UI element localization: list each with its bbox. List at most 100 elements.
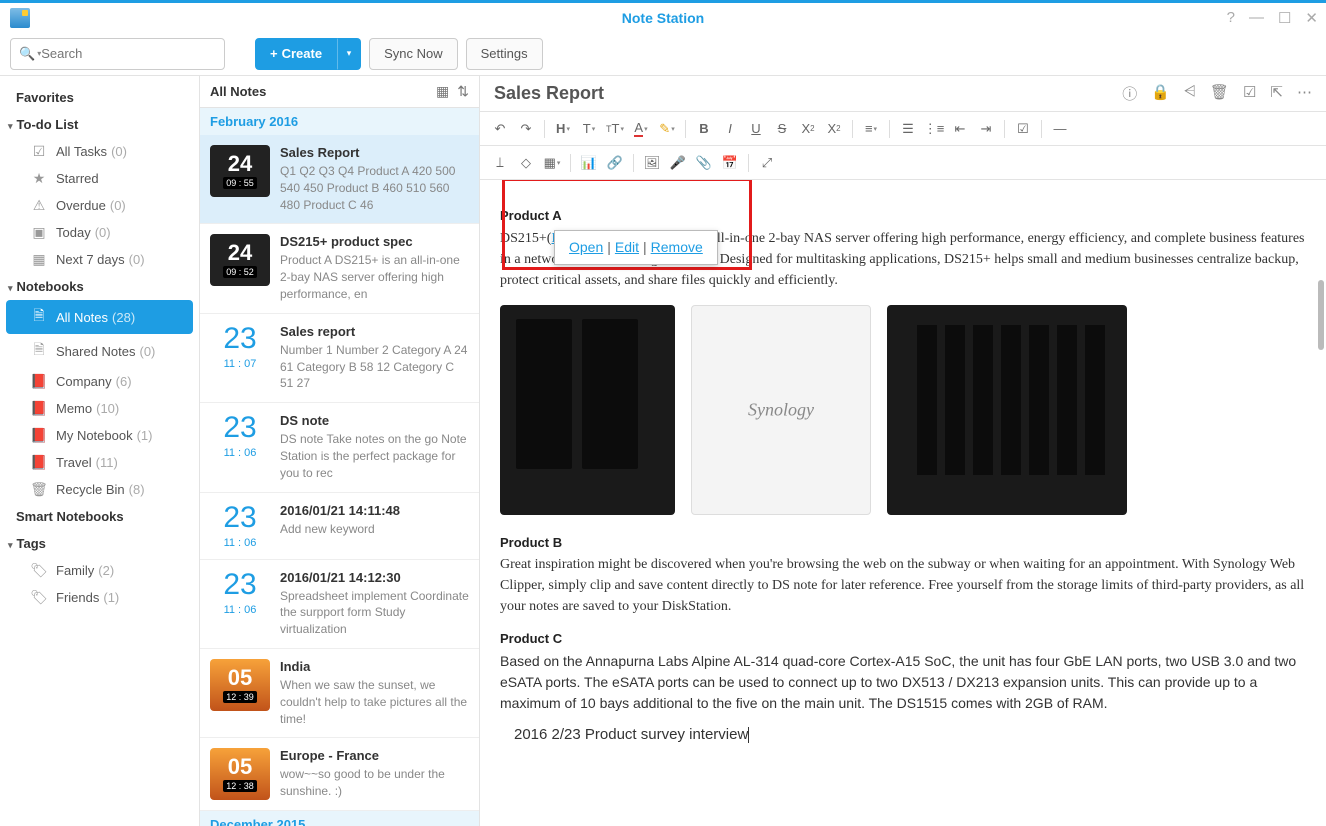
tag-item-0[interactable]: 🏷Family(2)	[0, 557, 199, 584]
hr-icon[interactable]: —	[1048, 117, 1072, 141]
note-title[interactable]: Sales Report	[494, 83, 1122, 104]
maximize-icon[interactable]: ☐	[1278, 9, 1291, 27]
survey-line[interactable]: 2016 2/23 Product survey interview	[514, 724, 1306, 747]
bullet-list-icon[interactable]: ⋮≡	[922, 117, 946, 141]
item-icon: 🗎	[30, 339, 48, 363]
heading-product-b: Product B	[500, 533, 1306, 553]
grid-view-icon[interactable]: ▦	[436, 83, 449, 100]
app-icon	[10, 8, 30, 28]
bold-icon[interactable]: B	[692, 117, 716, 141]
item-icon: ★	[30, 170, 48, 187]
trash-icon[interactable]: 🗑	[1210, 83, 1229, 104]
checkbox-icon[interactable]: ☑	[1011, 117, 1035, 141]
undo-icon[interactable]: ↶	[488, 117, 512, 141]
note-item[interactable]: 2409 : 52DS215+ product specProduct A DS…	[200, 224, 479, 313]
notelist-title: All Notes	[210, 84, 428, 99]
lock-icon[interactable]: 🔒	[1151, 83, 1170, 104]
item-icon: 📕	[30, 427, 48, 444]
notebook-item-4[interactable]: 📕My Notebook(1)	[0, 422, 199, 449]
superscript-icon[interactable]: X2	[822, 117, 846, 141]
note-item[interactable]: 0512 : 38Europe - Francewow~~so good to …	[200, 738, 479, 811]
nas-image-2: Synology	[691, 305, 871, 515]
export-icon[interactable]: ⇱	[1270, 83, 1283, 104]
link-edit[interactable]: Edit	[615, 239, 639, 255]
titlebar: Note Station ? — ☐ ✕	[0, 0, 1326, 32]
text-color-icon[interactable]: A▾	[629, 117, 653, 141]
eraser-icon[interactable]: ◇	[514, 151, 538, 175]
mic-icon[interactable]: 🎤	[666, 151, 690, 175]
help-icon[interactable]: ?	[1227, 9, 1235, 27]
todo-item-0[interactable]: ☑All Tasks(0)	[0, 138, 199, 165]
chart-icon[interactable]: 📊	[577, 151, 601, 175]
expand-icon[interactable]: ⤢	[755, 151, 779, 175]
note-thumbnail: 2409 : 55	[210, 145, 270, 197]
calendar-icon[interactable]: 📅	[718, 151, 742, 175]
note-item[interactable]: 2409 : 55Sales Report Q1 Q2 Q3 Q4 Produc…	[200, 135, 479, 224]
underline-icon[interactable]: U	[744, 117, 768, 141]
tags-section[interactable]: Tags	[0, 530, 199, 557]
item-icon: 🏷	[30, 562, 48, 579]
notebook-item-0[interactable]: 🗎All Notes(28)	[6, 300, 193, 334]
notebook-item-5[interactable]: 📕Travel(11)	[0, 449, 199, 476]
note-date: 2311 : 06	[210, 413, 270, 481]
more-icon[interactable]: ⋯	[1297, 83, 1312, 104]
sort-icon[interactable]: ⇅	[457, 83, 469, 100]
notebook-item-1[interactable]: 🗎Shared Notes(0)	[0, 334, 199, 368]
item-icon: 🏷	[30, 589, 48, 606]
link-icon[interactable]: 🔗	[603, 151, 627, 175]
item-icon: 📕	[30, 400, 48, 417]
subscript-icon[interactable]: X2	[796, 117, 820, 141]
notebook-item-6[interactable]: 🗑Recycle Bin(8)	[0, 476, 199, 503]
scrollbar[interactable]	[1318, 280, 1324, 350]
link-open[interactable]: Open	[569, 239, 603, 255]
todo-section[interactable]: To-do List	[0, 111, 199, 138]
settings-button[interactable]: Settings	[466, 38, 543, 70]
close-icon[interactable]: ✕	[1305, 9, 1318, 27]
search-box[interactable]: 🔍 ▾	[10, 38, 225, 70]
todo-item-4[interactable]: ▦Next 7 days(0)	[0, 246, 199, 273]
align-icon[interactable]: ≡▾	[859, 117, 883, 141]
font-size-icon[interactable]: TT▾	[603, 117, 627, 141]
highlight-icon[interactable]: ✎▾	[655, 117, 679, 141]
month-divider: December 2015	[200, 811, 479, 826]
clear-format-icon[interactable]: ⟘	[488, 151, 512, 175]
strike-icon[interactable]: S	[770, 117, 794, 141]
redo-icon[interactable]: ↷	[514, 117, 538, 141]
share-icon[interactable]: ⩤	[1184, 83, 1196, 104]
note-item[interactable]: 2311 : 062016/01/21 14:12:30Spreadsheet …	[200, 560, 479, 649]
link-remove[interactable]: Remove	[651, 239, 703, 255]
indent-icon[interactable]: ⇥	[974, 117, 998, 141]
table-icon[interactable]: ▦▾	[540, 151, 564, 175]
minimize-icon[interactable]: —	[1249, 9, 1264, 27]
notebook-item-2[interactable]: 📕Company(6)	[0, 368, 199, 395]
search-input[interactable]	[41, 46, 217, 61]
font-icon[interactable]: T▾	[577, 117, 601, 141]
note-date: 2311 : 06	[210, 503, 270, 549]
favorites-heading: Favorites	[0, 84, 199, 111]
attachment-icon[interactable]: 📎	[692, 151, 716, 175]
create-dropdown[interactable]: ▾	[337, 38, 361, 70]
month-divider: February 2016	[200, 108, 479, 135]
tag-item-1[interactable]: 🏷Friends(1)	[0, 584, 199, 611]
outdent-icon[interactable]: ⇤	[948, 117, 972, 141]
note-item[interactable]: 2311 : 062016/01/21 14:11:48Add new keyw…	[200, 493, 479, 560]
heading-icon[interactable]: H▾	[551, 117, 575, 141]
italic-icon[interactable]: I	[718, 117, 742, 141]
create-button[interactable]: +Create	[255, 38, 337, 70]
info-icon[interactable]: ⓘ	[1122, 83, 1137, 104]
notebooks-section[interactable]: Notebooks	[0, 273, 199, 300]
image-icon[interactable]: 🖼	[640, 151, 664, 175]
product-images: Synology	[500, 305, 1306, 515]
sync-now-button[interactable]: Sync Now	[369, 38, 458, 70]
notebook-item-3[interactable]: 📕Memo(10)	[0, 395, 199, 422]
note-item[interactable]: 0512 : 39IndiaWhen we saw the sunset, we…	[200, 649, 479, 738]
note-item[interactable]: 2311 : 07Sales report Number 1 Number 2 …	[200, 314, 479, 403]
todo-item-2[interactable]: ⚠Overdue(0)	[0, 192, 199, 219]
numbered-list-icon[interactable]: ☰	[896, 117, 920, 141]
todo-item-1[interactable]: ★Starred	[0, 165, 199, 192]
note-thumbnail: 0512 : 39	[210, 659, 270, 711]
note-item[interactable]: 2311 : 06DS noteDS note Take notes on th…	[200, 403, 479, 492]
todo-item-3[interactable]: ▣Today(0)	[0, 219, 199, 246]
editor-content[interactable]: Product A DS215+(DS215+ product spec) is…	[480, 180, 1326, 826]
checklist-icon[interactable]: ☑	[1243, 83, 1256, 104]
